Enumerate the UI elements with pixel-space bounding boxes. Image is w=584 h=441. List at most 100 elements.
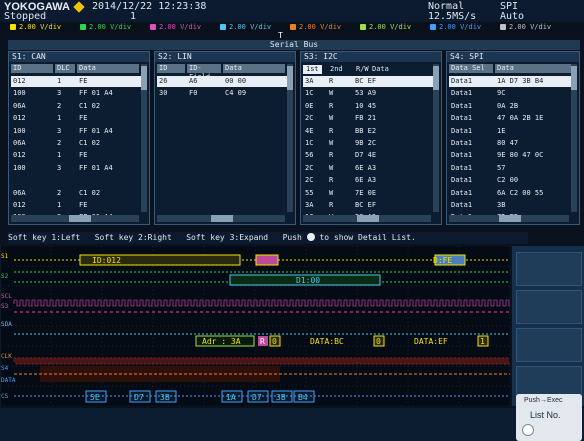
s4-spi-panel[interactable]: S4: SPI Data Sel Data Data1 1A D7 3B B4 Data… (446, 51, 580, 225)
channel-chip[interactable]: 2.00 V/div (360, 23, 411, 31)
table-row[interactable]: 100 3 FF 01 A4 (11, 126, 147, 137)
table-row[interactable]: Data1 3B (449, 200, 577, 211)
table-row[interactable]: 2C W FB 21 (303, 113, 439, 124)
softkey3-hint: Soft key 3:Expand (186, 233, 269, 242)
trace-label: S1 (1, 253, 9, 260)
acq-count: 1 (130, 11, 137, 22)
table-row[interactable]: Data1 9E 80 47 0C (449, 150, 577, 161)
table-row[interactable]: Data1 57 (449, 163, 577, 174)
table-cell: Data1 (451, 101, 473, 110)
table-cell: FF 01 A4 (79, 163, 113, 172)
tab-1[interactable]: 2nd (327, 65, 346, 74)
column-header[interactable]: Data (495, 64, 573, 73)
spi-byte-decode: 3B (276, 393, 286, 402)
table-cell: C2 00 (497, 176, 519, 185)
s2-hscroll-thumb[interactable] (211, 215, 233, 222)
column-header[interactable]: ID-Field (187, 64, 221, 81)
table-cell: 012 (13, 151, 26, 160)
table-row[interactable]: 0E R 10 45 (303, 101, 439, 112)
table-row[interactable]: Data1 1E (449, 126, 577, 137)
s4-scroll-thumb[interactable] (571, 66, 577, 90)
table-cell: 57 (497, 163, 506, 172)
channel-scale: 2.00 V/div (509, 23, 552, 31)
s2-scroll-thumb[interactable] (287, 66, 293, 90)
table-row[interactable]: 2C R 6E A3 (303, 175, 439, 186)
table-cell: 6E A3 (355, 176, 377, 185)
table-row[interactable]: 4E R BB E2 (303, 126, 439, 137)
table-cell: W (329, 163, 334, 172)
sample-rate: 12.5MS/s (428, 11, 477, 22)
table-row[interactable]: 26 A6 00 00 (157, 76, 293, 87)
tab-3[interactable]: Data (369, 65, 392, 74)
s4-hscroll-thumb[interactable] (499, 215, 521, 222)
channel-swatch-icon (80, 24, 86, 30)
run-indicator-icon (73, 1, 85, 13)
s1-scroll-thumb[interactable] (141, 66, 147, 90)
channel-chip[interactable]: 2.00 V/div (290, 23, 341, 31)
s1-can-panel[interactable]: S1: CAN ID DLC Data 012 1 FE 100 3 FF 01 A4 06A 2 C… (8, 51, 150, 225)
softkey-1[interactable] (516, 252, 582, 286)
table-row[interactable]: 3A R BC EF (303, 76, 439, 87)
table-row[interactable]: 2C W 6E A3 (303, 163, 439, 174)
tab-0[interactable]: 1st (303, 65, 322, 74)
i2c-data1-decode: DATA:BC (310, 337, 344, 346)
table-row[interactable] (11, 175, 147, 186)
table-row[interactable]: 1C W 9B 2C (303, 138, 439, 149)
column-header[interactable]: Data (223, 64, 285, 73)
waveform-display[interactable]: S1 S2 SCL S3 SDA CLK S4 DATA CS ID:012 D:FE D1:00 Ad… (0, 246, 510, 406)
table-row[interactable]: 012 1 FE (11, 150, 147, 161)
table-cell: BC EF (355, 201, 377, 209)
table-cell: Data1 (451, 176, 473, 185)
softkey-3[interactable] (516, 328, 582, 362)
table-row[interactable]: 012 1 FE (11, 76, 147, 87)
table-row[interactable]: 012 1 FE (11, 113, 147, 124)
can-crc-frame (255, 254, 279, 266)
table-row[interactable]: 06A 2 C1 02 (11, 188, 147, 199)
column-header[interactable]: Data (77, 64, 139, 73)
s2-lin-panel[interactable]: S2: LIN IDID-FieldData 26 A6 00 00 30 F0 C4 09 (154, 51, 296, 225)
column-header[interactable]: DLC (55, 64, 75, 73)
channel-chip[interactable]: 2.00 V/div (80, 23, 131, 31)
table-row[interactable]: 06A 2 C1 02 (11, 138, 147, 149)
column-header[interactable]: ID (157, 64, 185, 73)
table-row[interactable]: Data1 6A C2 00 55 (449, 188, 577, 199)
table-row[interactable]: 100 3 FF 01 A4 (11, 88, 147, 99)
table-row[interactable]: 1C W 53 A9 (303, 88, 439, 99)
channel-chip[interactable]: 2.00 V/div (220, 23, 271, 31)
table-row[interactable]: 3A R BC EF (303, 200, 439, 211)
s3-i2c-panel[interactable]: S3: I2C 1st 2nd R/W Data 3A R BC EF 1C W 53 A9 0E R… (300, 51, 442, 225)
table-cell: 9B 2C (355, 139, 377, 147)
channel-chip[interactable]: 2.00 V/div (430, 23, 481, 31)
table-row[interactable]: 06A 2 C1 02 (11, 101, 147, 112)
table-cell: 3 (57, 126, 62, 135)
table-cell: Data1 (451, 89, 473, 98)
softkey-2[interactable] (516, 290, 582, 324)
table-row[interactable]: Data1 0A 2B (449, 101, 577, 112)
scl-trace (13, 299, 510, 307)
s3-hscroll-thumb[interactable] (357, 215, 379, 222)
column-header[interactable]: ID (11, 64, 53, 73)
column-header[interactable]: Data Sel (449, 64, 493, 73)
trace-label: DATA (1, 377, 16, 384)
table-cell: 100 (13, 163, 26, 172)
channel-chip[interactable]: 2.00 V/div (500, 23, 551, 31)
softkey-help-bar: Soft key 1:Left Soft key 2:Right Soft ke… (8, 232, 528, 244)
s1-hscroll-thumb[interactable] (69, 215, 91, 222)
table-row[interactable]: 012 1 FE (11, 200, 147, 211)
table-row[interactable]: Data1 1A D7 3B B4 (449, 76, 577, 87)
table-row[interactable]: 30 F0 C4 09 (157, 88, 293, 99)
channel-chip[interactable]: 2.00 V/div (150, 23, 201, 31)
table-row[interactable]: Data1 80 47 (449, 138, 577, 149)
table-row[interactable]: Data1 C2 00 (449, 175, 577, 186)
table-row[interactable]: Data1 47 0A 2B 1E (449, 113, 577, 124)
can-data-decode: D:FE (433, 256, 452, 265)
table-row[interactable]: Data1 9C (449, 88, 577, 99)
s3-scroll-thumb[interactable] (433, 66, 439, 90)
spi-byte-decode: D7 (134, 393, 144, 402)
table-row[interactable]: 100 3 FF 01 A4 (11, 163, 147, 174)
table-row[interactable]: 56 R D7 4E (303, 150, 439, 161)
list-no-softkey[interactable]: Push→Exec List No. (516, 394, 582, 441)
channel-chip[interactable]: 2.00 V/div (10, 23, 61, 31)
table-cell: W (329, 89, 334, 98)
table-row[interactable]: 55 W 7E 0E (303, 188, 439, 199)
